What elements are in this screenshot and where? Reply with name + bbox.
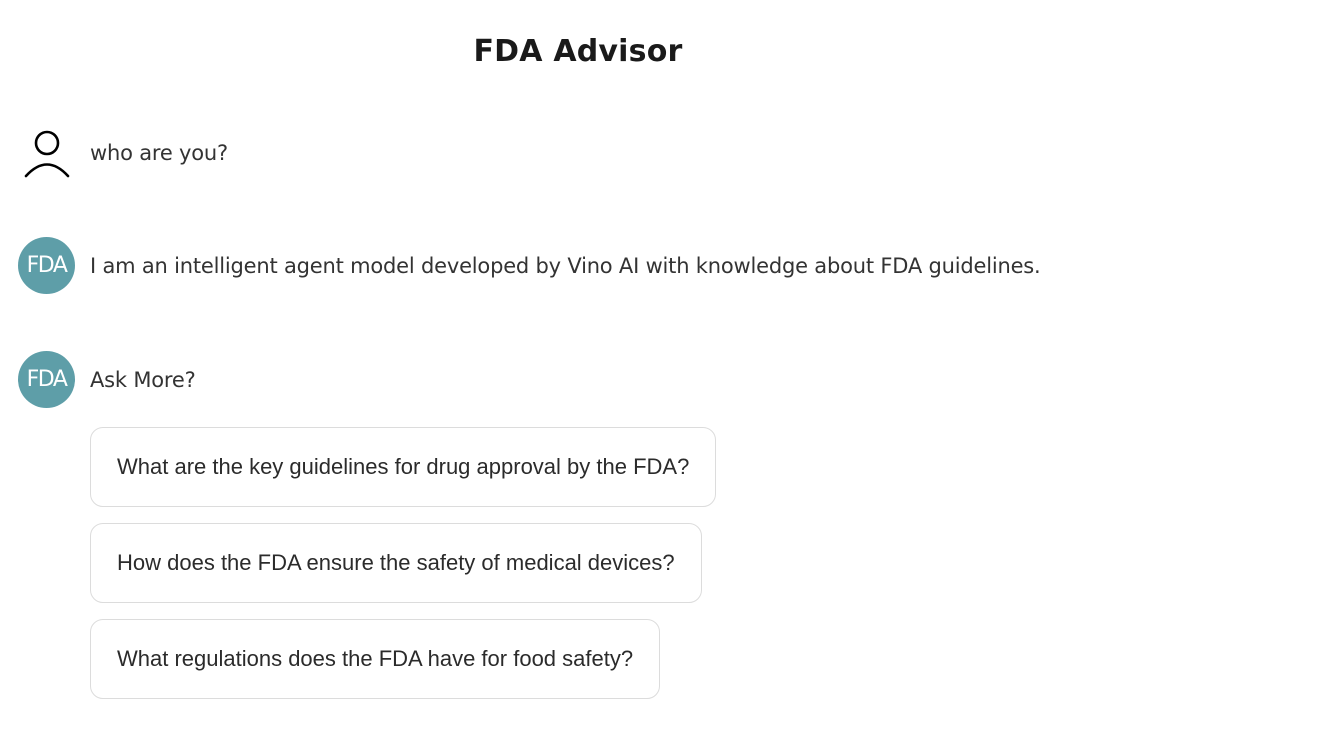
suggestion-medical-devices-button[interactable]: How does the FDA ensure the safety of me…: [90, 523, 702, 603]
person-icon: [24, 128, 70, 178]
user-avatar: [18, 124, 75, 181]
assistant-avatar: FDA: [18, 237, 75, 294]
chat-page: FDA Advisor who are you? FDA I am an int…: [0, 0, 1323, 729]
page-title: FDA Advisor: [473, 34, 683, 69]
ask-more-text: Ask More?: [90, 367, 196, 392]
assistant-ask-more-message: FDA Ask More?: [18, 351, 196, 408]
assistant-message-text: I am an intelligent agent model develope…: [90, 253, 1041, 278]
user-message: who are you?: [18, 124, 228, 181]
suggestion-food-safety-button[interactable]: What regulations does the FDA have for f…: [90, 619, 661, 699]
assistant-message: FDA I am an intelligent agent model deve…: [18, 237, 1041, 294]
assistant-avatar: FDA: [18, 351, 75, 408]
suggestion-drug-approval-button[interactable]: What are the key guidelines for drug app…: [90, 427, 717, 507]
suggested-questions: What are the key guidelines for drug app…: [90, 427, 717, 715]
user-message-text: who are you?: [90, 140, 228, 165]
